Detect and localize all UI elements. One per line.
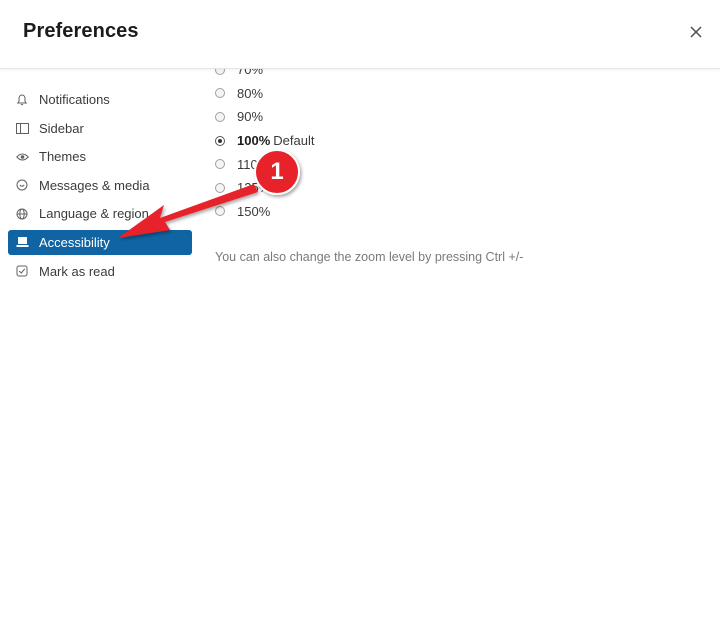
sidebar-item-label: Messages & media: [39, 177, 150, 193]
sidebar-item-label: Language & region: [39, 206, 149, 222]
sidebar-item-label: Notifications: [39, 92, 110, 107]
radio-button[interactable]: [215, 182, 225, 193]
sidebar-item-language-region[interactable]: Language & region: [8, 201, 192, 226]
globe-icon: [15, 207, 29, 221]
zoom-option-label: 110%: [237, 156, 270, 172]
sidebar-item-accessibility[interactable]: Accessibility: [8, 229, 192, 255]
zoom-option-110[interactable]: 110%: [215, 152, 695, 176]
sidebar-item-sidebar[interactable]: Sidebar: [8, 116, 192, 141]
sidebar-item-label: Accessibility: [39, 234, 110, 250]
zoom-option-125[interactable]: 125%: [215, 176, 695, 200]
sidebar-item-label: Themes: [39, 149, 86, 165]
zoom-option-150[interactable]: 150%: [215, 200, 695, 224]
zoom-option-80[interactable]: 80%: [215, 82, 695, 106]
zoom-hint-text: You can also change the zoom level by pr…: [215, 250, 524, 264]
sidebar-item-label: Sidebar: [39, 120, 84, 136]
message-icon: [15, 178, 29, 192]
preferences-sidebar: Notifications Sidebar Themes Messages & …: [8, 87, 192, 287]
radio-button-selected[interactable]: [215, 135, 225, 146]
radio-button[interactable]: [215, 159, 225, 170]
bell-icon: [15, 93, 29, 107]
sidebar-panel-icon: [15, 121, 29, 135]
zoom-options: 70% 80% 90% 100% Default 110% 125% 150%: [215, 58, 695, 223]
sidebar-item-themes[interactable]: Themes: [8, 144, 192, 169]
zoom-option-label: 100%: [237, 133, 271, 149]
sidebar-item-notifications[interactable]: Notifications: [8, 87, 192, 112]
radio-button[interactable]: [215, 111, 225, 122]
preferences-header: Preferences: [0, 0, 720, 69]
zoom-option-label: 90%: [237, 109, 264, 125]
zoom-option-label: 125%: [237, 180, 271, 196]
zoom-option-100[interactable]: 100% Default: [215, 129, 695, 153]
zoom-option-label: 80%: [237, 85, 264, 101]
laptop-icon: [15, 235, 29, 249]
radio-button[interactable]: [215, 206, 225, 217]
close-icon[interactable]: [686, 22, 706, 42]
default-label: Default: [273, 133, 315, 149]
sidebar-item-messages-media[interactable]: Messages & media: [8, 173, 192, 198]
check-square-icon: [15, 264, 29, 278]
page-title: Preferences: [23, 20, 139, 42]
radio-button[interactable]: [215, 88, 225, 99]
zoom-option-label: 150%: [237, 203, 271, 219]
eye-icon: [15, 150, 29, 164]
zoom-option-90[interactable]: 90%: [215, 105, 695, 129]
sidebar-item-label: Mark as read: [39, 263, 115, 279]
sidebar-item-mark-as-read[interactable]: Mark as read: [8, 259, 192, 284]
